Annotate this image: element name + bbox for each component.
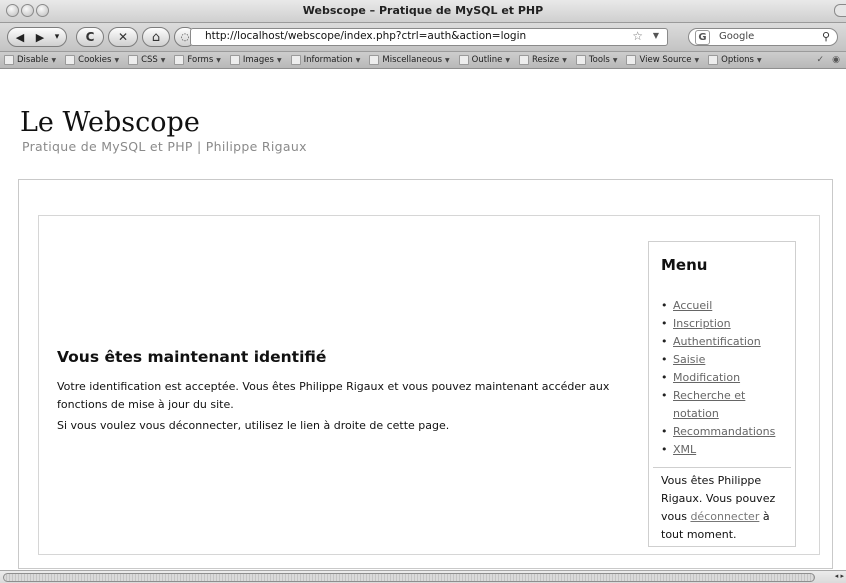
menu-item-recherche: Recherche et notation [661,387,793,423]
scrollbar-thumb[interactable] [3,573,815,582]
home-button[interactable]: ⌂ [142,27,170,47]
forward-button[interactable]: ▶ [32,28,48,46]
confirmation-heading: Vous êtes maintenant identifié [57,348,327,366]
search-placeholder: Google [719,31,755,42]
menu-title: Menu [661,256,708,274]
home-icon: ⌂ [151,29,161,45]
devbar-item-css[interactable]: CSS ▼ [128,55,165,65]
address-bar[interactable]: http://localhost/webscope/index.php?ctrl… [190,28,668,46]
site-subtitle: Pratique de MySQL et PHP | Philippe Riga… [22,139,307,154]
css-icon [128,55,139,65]
menu-item-xml: XML [661,441,793,459]
cookie-icon [65,55,76,65]
devbar-item-cookies[interactable]: Cookies ▼ [65,55,119,65]
menu-link-authentification[interactable]: Authentification [673,335,761,348]
chevron-down-icon: ▾ [54,32,60,42]
options-icon [708,55,719,65]
menu-item-accueil: Accueil [661,297,793,315]
menu-item-recommandations: Recommandations [661,423,793,441]
site-title: Le Webscope [20,107,200,138]
horizontal-scrollbar[interactable]: ◂ ▸ [0,570,846,583]
url-dropdown-icon[interactable]: ▼ [653,31,659,40]
web-developer-toolbar: Disable ▼ Cookies ▼ CSS ▼ Forms ▼ Images ▼ In… [0,52,846,69]
menu-item-inscription: Inscription [661,315,793,333]
browser-window: Webscope – Pratique de MySQL et PHP ◀ ▶ … [0,0,846,583]
menu-link-recommandations[interactable]: Recommandations [673,425,775,438]
status-ok-icon[interactable]: ◉ [832,55,840,65]
menu-list: Accueil Inscription Authentification Sai… [661,297,793,459]
menu-item-saisie: Saisie [661,351,793,369]
tools-icon [575,55,586,65]
reload-button[interactable]: C [76,27,104,47]
globe-icon: ◌ [180,31,190,43]
devbar-item-images[interactable]: Images ▼ [229,55,282,65]
menu-item-modification: Modification [661,369,793,387]
forms-icon [174,55,185,65]
menu-item-authentification: Authentification [661,333,793,351]
scroll-arrows-icon[interactable]: ◂ ▸ [835,572,844,580]
miscellaneous-icon [369,55,380,65]
menu-panel: Menu Accueil Inscription Authentificatio… [648,241,796,547]
devbar-item-resize[interactable]: Resize ▼ [519,55,567,65]
back-button[interactable]: ◀ [12,28,28,46]
reload-icon: C [85,30,95,44]
images-icon [229,55,240,65]
menu-link-saisie[interactable]: Saisie [673,353,705,366]
outline-icon [458,55,469,65]
search-icon[interactable]: ⚲ [822,30,830,43]
bookmark-star-icon[interactable]: ☆ [632,29,643,43]
devbar-item-miscellaneous[interactable]: Miscellaneous ▼ [369,55,450,65]
view-source-icon [626,55,637,65]
devbar-item-information[interactable]: Information ▼ [290,55,360,65]
toolbar-toggle-button[interactable] [834,4,846,17]
menu-link-accueil[interactable]: Accueil [673,299,712,312]
google-engine-icon[interactable]: G [695,30,710,45]
logout-link[interactable]: déconnecter [690,510,759,523]
information-icon [290,55,301,65]
devbar-item-outline[interactable]: Outline ▼ [458,55,510,65]
back-forward-group: ◀ ▶ ▾ [7,27,67,47]
window-title: Webscope – Pratique de MySQL et PHP [302,4,544,17]
disable-icon [4,55,14,65]
page-content: Le Webscope Pratique de MySQL et PHP | P… [0,69,846,569]
confirmation-text: Votre identification est acceptée. Vous … [57,380,610,411]
back-arrow-icon: ◀ [15,30,25,44]
menu-divider [653,467,791,468]
validation-icon[interactable]: ✓ [816,55,824,65]
menu-link-modification[interactable]: Modification [673,371,740,384]
stop-icon: ✕ [117,30,129,44]
logout-hint-text: Si vous voulez vous déconnecter, utilise… [57,419,450,432]
devbar-item-disable[interactable]: Disable ▼ [4,55,56,65]
menu-link-inscription[interactable]: Inscription [673,317,731,330]
devbar-item-tools[interactable]: Tools ▼ [575,55,617,65]
url-text: http://localhost/webscope/index.php?ctrl… [205,30,527,42]
forward-arrow-icon: ▶ [35,30,45,44]
devbar-item-options[interactable]: Options ▼ [708,55,762,65]
menu-link-xml[interactable]: XML [673,443,696,456]
navigation-toolbar: ◀ ▶ ▾ C ✕ ⌂ ◌ http://localhost/webscope/… [0,23,846,52]
search-box[interactable]: G Google ⚲ [688,28,838,46]
stop-button[interactable]: ✕ [108,27,138,47]
user-status-note: Vous êtes Philippe Rigaux. Vous pouvez v… [661,472,793,544]
history-dropdown-button[interactable]: ▾ [51,28,63,46]
title-bar: Webscope – Pratique de MySQL et PHP [0,0,846,23]
devbar-item-view-source[interactable]: View Source ▼ [626,55,699,65]
devbar-item-forms[interactable]: Forms ▼ [174,55,221,65]
menu-link-recherche[interactable]: Recherche et notation [673,389,745,420]
resize-icon [519,55,530,65]
